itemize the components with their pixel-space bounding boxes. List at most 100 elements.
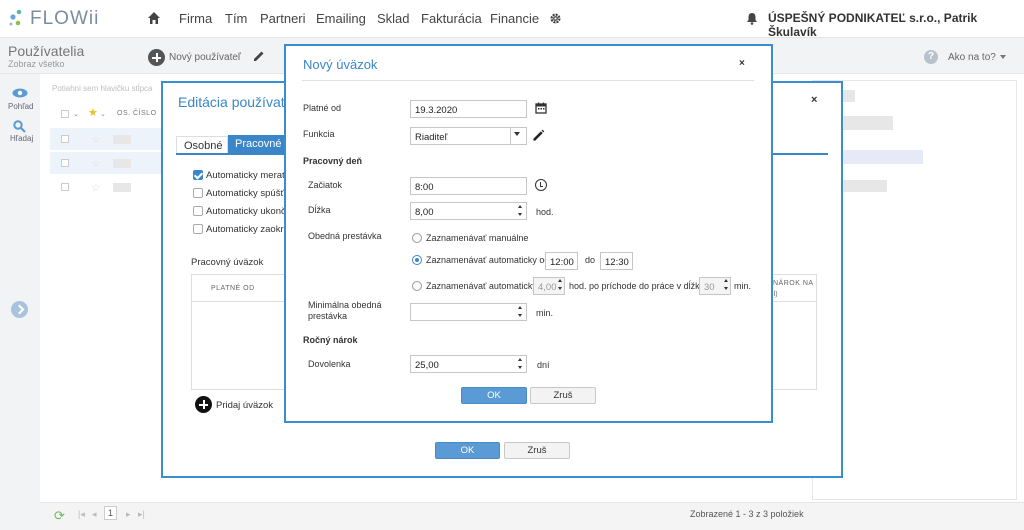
outer-ok-button[interactable]: OK <box>435 442 500 459</box>
star-icon[interactable]: ☆ <box>91 157 101 170</box>
page-subtitle[interactable]: Zobraz všetko <box>8 59 65 69</box>
blurred-cell <box>843 180 887 192</box>
auto-start-checkbox[interactable] <box>193 188 203 198</box>
nav-tim[interactable]: Tím <box>225 11 247 26</box>
row-checkbox[interactable] <box>61 183 69 191</box>
length-input[interactable]: 8,00 <box>410 202 527 220</box>
edit-pencil-icon[interactable] <box>252 49 266 63</box>
spinner-up-icon[interactable] <box>518 358 522 361</box>
star-icon[interactable]: ★ <box>88 106 98 119</box>
radio-auto-from[interactable] <box>412 255 422 265</box>
eye-icon[interactable] <box>12 88 28 98</box>
edit-pencil-icon[interactable] <box>532 129 545 142</box>
current-page[interactable]: 1 <box>104 506 117 520</box>
row-checkbox[interactable] <box>61 135 69 143</box>
nav-sklad[interactable]: Sklad <box>377 11 410 26</box>
nav-emailing[interactable]: Emailing <box>316 11 366 26</box>
auto-measure-label: Automaticky merať čas <box>206 170 286 181</box>
add-circle-icon[interactable] <box>148 49 165 66</box>
new-user-button[interactable]: Nový používateľ <box>169 52 241 63</box>
spinner-down-icon[interactable] <box>518 213 522 216</box>
chevron-right-icon[interactable] <box>11 301 28 318</box>
auto-round-checkbox[interactable] <box>193 224 203 234</box>
page-title: Používatelia <box>8 43 85 59</box>
nav-partneri[interactable]: Partneri <box>260 11 306 26</box>
chevron-down-icon[interactable]: ⌄ <box>100 110 106 118</box>
search-label[interactable]: Hľadaj <box>10 134 33 143</box>
view-label[interactable]: Pohľad <box>8 102 33 111</box>
outer-cancel-button[interactable]: Zruš <box>504 442 570 459</box>
last-page-icon[interactable]: ▸| <box>138 509 145 520</box>
blurred-cell <box>113 183 131 192</box>
row-checkbox[interactable] <box>61 159 69 167</box>
blurred-cell <box>113 135 131 144</box>
clock-icon[interactable] <box>535 179 547 191</box>
how-to-button[interactable]: Ako na to? <box>948 52 996 63</box>
lunch-to-input[interactable]: 12:30 <box>600 252 633 270</box>
inner-ok-button[interactable]: OK <box>461 387 527 404</box>
radio-auto[interactable] <box>412 281 422 291</box>
spinner-down-icon[interactable] <box>518 366 522 369</box>
close-icon[interactable]: × <box>811 94 817 106</box>
spinner-up-icon[interactable] <box>558 279 562 282</box>
radio-auto-from-label: Zaznamenávať automaticky od <box>426 255 550 265</box>
valid-from-input[interactable]: 19.3.2020 <box>410 100 527 118</box>
spinner-up-icon[interactable] <box>518 205 522 208</box>
bell-icon[interactable] <box>746 12 758 25</box>
flowii-logo-icon <box>9 9 22 26</box>
group-drag-hint: Potiahni sem hlavičku stĺpca <box>52 84 153 93</box>
calendar-icon[interactable] <box>535 102 547 114</box>
auto-end-checkbox[interactable] <box>193 206 203 216</box>
star-icon[interactable]: ☆ <box>91 133 101 146</box>
tab-osobne[interactable]: Osobné <box>176 136 228 154</box>
auto-measure-checkbox[interactable] <box>193 170 203 180</box>
lunch-from-input[interactable]: 12:00 <box>545 252 578 270</box>
min-lunch-input[interactable] <box>410 303 527 321</box>
close-icon[interactable]: × <box>739 58 745 69</box>
minutes-unit: min. <box>734 281 752 291</box>
home-icon[interactable] <box>147 11 161 25</box>
refresh-icon[interactable]: ⟳ <box>54 508 65 524</box>
spinner-up-icon[interactable] <box>518 306 522 309</box>
star-icon[interactable]: ☆ <box>91 181 101 194</box>
logo-text[interactable]: FLOWii <box>30 8 99 30</box>
radio-manual-label: Zaznamenávať manuálne <box>426 233 529 243</box>
items-shown: Zobrazené 1 - 3 z 3 položiek <box>690 509 804 519</box>
column-header-valid-from[interactable]: PLATNÉ OD <box>211 285 255 292</box>
inner-cancel-button[interactable]: Zruš <box>530 387 596 404</box>
nav-financie[interactable]: Financie <box>490 11 539 26</box>
radio-manual[interactable] <box>412 233 422 243</box>
column-header-entitlement[interactable]: NÁROK NA <box>773 280 814 287</box>
start-time-input[interactable]: 8:00 <box>410 177 527 195</box>
spinner-down-icon[interactable] <box>518 314 522 317</box>
chevron-down-icon[interactable]: ⌄ <box>73 110 79 118</box>
radio-auto-label: Zaznamenávať automaticky <box>426 281 537 291</box>
help-icon[interactable]: ? <box>924 50 938 64</box>
add-contract-button[interactable]: Pridaj úväzok <box>216 400 273 411</box>
add-circle-icon[interactable] <box>195 396 212 413</box>
to-label: do <box>585 255 596 265</box>
next-page-icon[interactable]: ▸ <box>126 509 131 520</box>
search-icon[interactable] <box>13 120 26 133</box>
nav-firma[interactable]: Firma <box>179 11 212 26</box>
prev-page-icon[interactable]: ◂ <box>92 509 97 520</box>
company-user-name[interactable]: ÚSPEŠNÝ PODNIKATEĽ s.r.o., Patrik Škulav… <box>768 11 1024 39</box>
nav-fakturacia[interactable]: Fakturácia <box>421 11 482 26</box>
min-lunch-label-line2: prestávka <box>308 311 348 321</box>
spinner-down-icon[interactable] <box>724 287 728 290</box>
gear-icon[interactable] <box>549 12 562 25</box>
title-divider <box>302 80 754 81</box>
vacation-input[interactable]: 25,00 <box>410 355 527 373</box>
start-label: Začiatok <box>308 180 343 190</box>
auto-after-text: hod. po príchode do práce v dĺžke <box>569 281 705 291</box>
column-header-number[interactable]: OS. ČÍSLO <box>117 110 157 117</box>
chevron-down-icon[interactable] <box>1000 55 1006 59</box>
blurred-cell <box>843 150 923 164</box>
tab-pracovne[interactable]: Pracovné <box>228 135 286 154</box>
chevron-down-icon[interactable] <box>514 132 520 136</box>
min-lunch-label-line1: Minimálna obedná <box>308 300 382 310</box>
first-page-icon[interactable]: |◂ <box>78 509 85 520</box>
select-all-checkbox[interactable] <box>61 110 69 118</box>
spinner-up-icon[interactable] <box>724 279 728 282</box>
spinner-down-icon[interactable] <box>558 287 562 290</box>
